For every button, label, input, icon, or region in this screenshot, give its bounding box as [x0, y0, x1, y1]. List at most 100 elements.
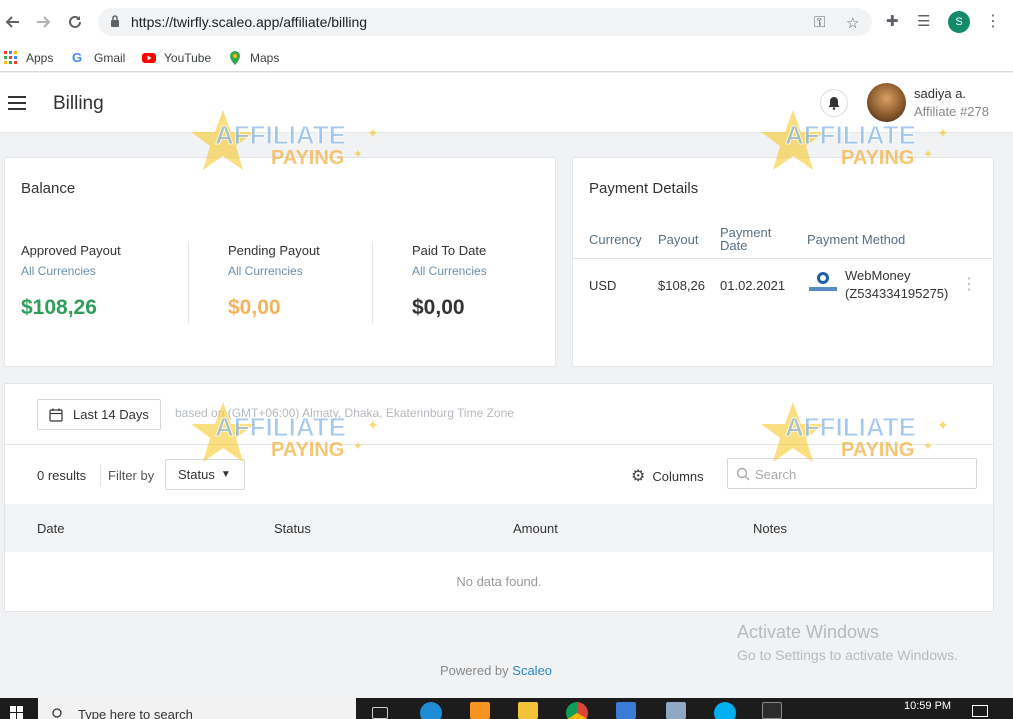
app-header: Billing sadiya a. Affiliate #278 [0, 73, 1013, 133]
divider [372, 241, 373, 323]
empty-state: No data found. [456, 574, 542, 589]
timezone-note: based on (GMT+06:00) Almaty, Dhaka, Ekat… [175, 406, 514, 420]
pending-payout-sub: All Currencies [228, 264, 303, 278]
lock-icon [111, 15, 119, 27]
col-header-amount[interactable]: Amount [513, 521, 558, 536]
taskbar-search[interactable]: Type here to search [38, 698, 356, 719]
windows-taskbar: Type here to search 10:59 PM [0, 698, 1013, 719]
bookmark-youtube[interactable]: YouTube [142, 44, 211, 72]
chrome-icon[interactable] [566, 702, 588, 719]
balance-card: Balance Approved Payout All Currencies $… [4, 157, 556, 367]
apps-grid-icon [4, 51, 17, 64]
payment-date: 01.02.2021 [720, 278, 786, 293]
url-text: https://twirfly.scaleo.app/affiliate/bil… [131, 14, 368, 30]
powered-by-text: Powered by [440, 663, 509, 678]
taskbar-clock[interactable]: 10:59 PM [904, 700, 951, 712]
col-header-currency: Currency [589, 232, 642, 247]
col-header-payout: Payout [658, 232, 699, 247]
approved-payout-label: Approved Payout [21, 243, 121, 258]
approved-payout: Approved Payout All Currencies $108,26 [21, 243, 121, 320]
search-placeholder: Search [755, 467, 797, 482]
transactions-card: Last 14 Days based on (GMT+06:00) Almaty… [4, 383, 994, 612]
user-name[interactable]: sadiya a. [914, 86, 966, 101]
notification-bell-icon[interactable] [820, 89, 848, 117]
payment-currency: USD [589, 278, 617, 293]
browser-menu-icon[interactable]: ⋮ [985, 11, 1001, 31]
divider [573, 258, 993, 259]
back-icon[interactable] [2, 11, 24, 33]
payment-method-name: WebMoney [845, 268, 911, 283]
payment-details-title: Payment Details [589, 180, 699, 197]
paid-to-date: Paid To Date All Currencies $0,00 [412, 243, 487, 320]
forward-icon[interactable] [32, 11, 54, 33]
affiliate-id: Affiliate #278 [914, 104, 989, 119]
payment-method-id: (Z534334195275) [845, 286, 949, 301]
col-header-payment-method: Payment Method [807, 232, 906, 247]
bookmark-gmail[interactable]: G Gmail [72, 44, 125, 72]
youtube-icon [142, 53, 156, 63]
footer: Powered by Scaleo [440, 663, 552, 678]
approved-payout-amount: $108,26 [21, 296, 97, 319]
pending-payout: Pending Payout All Currencies $0,00 [228, 243, 320, 320]
paid-to-date-amount: $0,00 [412, 296, 465, 319]
skype-icon[interactable] [714, 702, 736, 719]
columns-label: Columns [652, 468, 704, 484]
scaleo-link[interactable]: Scaleo [512, 663, 552, 678]
page-title: Billing [53, 93, 104, 114]
pending-payout-amount: $0,00 [228, 296, 281, 319]
profile-avatar[interactable]: S [948, 11, 970, 33]
app-icon[interactable] [470, 702, 490, 719]
bookmark-apps[interactable]: Apps [4, 44, 53, 72]
status-filter-label: Status [178, 467, 215, 482]
user-avatar[interactable] [867, 83, 906, 122]
table-header [5, 504, 993, 552]
search-icon [736, 467, 750, 481]
edge-icon[interactable] [420, 702, 442, 719]
maps-icon [230, 51, 240, 65]
extensions-icon[interactable]: ✚ [886, 12, 899, 30]
windows-start-icon[interactable] [10, 706, 23, 719]
payment-details-card: Payment Details Currency Payout Payment … [572, 157, 994, 367]
bookmark-label: YouTube [164, 51, 212, 65]
app-icon[interactable] [616, 702, 636, 719]
taskbar-search-text: Type here to search [78, 707, 193, 719]
webmoney-icon [809, 272, 837, 291]
chevron-down-icon: ▼ [220, 469, 231, 480]
activate-windows-title: Activate Windows [737, 622, 880, 642]
row-actions-icon[interactable]: ⋮ [961, 274, 977, 294]
menu-icon[interactable] [8, 96, 26, 110]
app-icon[interactable] [666, 702, 686, 719]
divider [5, 444, 993, 445]
star-icon[interactable]: ☆ [846, 14, 859, 32]
col-header-notes[interactable]: Notes [753, 521, 787, 536]
paid-to-date-label: Paid To Date [412, 243, 487, 258]
app-icon[interactable] [762, 702, 782, 719]
google-icon: G [72, 50, 83, 65]
results-count: 0 results [37, 468, 87, 483]
gear-icon: ⚙ [631, 468, 646, 485]
search-input[interactable]: Search [727, 458, 977, 489]
paid-to-date-sub: All Currencies [412, 264, 487, 278]
task-view-icon[interactable] [372, 707, 388, 719]
media-icon[interactable]: ☰ [917, 12, 930, 30]
col-header-status[interactable]: Status [274, 521, 311, 536]
col-header-date[interactable]: Date [37, 521, 64, 536]
approved-payout-sub: All Currencies [21, 264, 96, 278]
search-icon [52, 708, 62, 718]
notifications-icon[interactable] [972, 705, 988, 717]
divider [188, 241, 189, 323]
file-explorer-icon[interactable] [518, 702, 538, 719]
reload-icon[interactable] [64, 11, 86, 33]
balance-title: Balance [21, 180, 76, 197]
bookmark-maps[interactable]: Maps [228, 44, 279, 72]
bookmarks-bar: Apps G Gmail YouTube Maps [0, 44, 1013, 72]
divider [100, 464, 101, 486]
address-bar[interactable]: https://twirfly.scaleo.app/affiliate/bil… [98, 8, 872, 36]
columns-button[interactable]: ⚙ Columns [631, 466, 704, 486]
date-range-button[interactable]: Last 14 Days [37, 399, 161, 430]
status-filter-dropdown[interactable]: Status ▼ [165, 459, 245, 490]
col-header-payment-date: Payment Date [720, 225, 772, 253]
calendar-icon [49, 408, 63, 422]
payment-payout: $108,26 [658, 278, 705, 293]
key-icon[interactable]: ⚿ [814, 14, 825, 31]
